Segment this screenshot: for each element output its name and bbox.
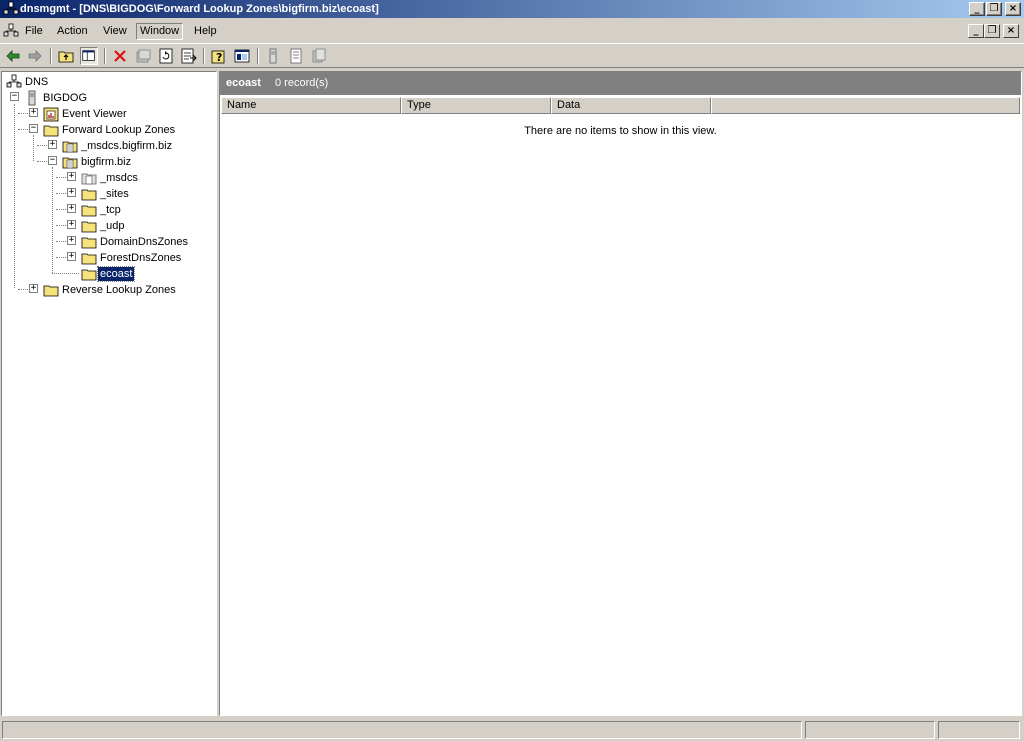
tree-node-sub-sites[interactable]: _sites — [81, 186, 181, 202]
delete-icon[interactable] — [111, 47, 129, 65]
help-icon[interactable]: ? — [210, 47, 228, 65]
folder-icon — [81, 205, 97, 217]
export-list-icon[interactable] — [180, 47, 198, 65]
expander-sub-msdcs[interactable]: + — [67, 172, 76, 181]
menu-view[interactable]: View — [100, 23, 130, 40]
menu-bar: File Action View Window Help _ ❐ × — [0, 20, 1024, 42]
folder-icon — [81, 221, 97, 233]
child-close-button[interactable]: × — [1003, 24, 1019, 38]
empty-view-message: There are no items to show in this view. — [524, 125, 717, 137]
tree-node-bigfirm-zone[interactable]: bigfirm.biz — [62, 154, 182, 170]
close-button[interactable]: × — [1005, 2, 1021, 16]
status-panel-3 — [938, 721, 1020, 739]
folder-open-icon — [43, 125, 59, 137]
window-title: dnsmgmt - [DNS\BIGDOG\Forward Lookup Zon… — [20, 3, 379, 15]
tree-label-sub-msdcs: _msdcs — [100, 172, 138, 184]
tree-node-sub-msdcs[interactable]: _msdcs — [81, 170, 181, 186]
tree-node-msdcs-zone[interactable]: _msdcs.bigfirm.biz — [62, 138, 212, 154]
svg-text:?: ? — [216, 51, 222, 64]
column-header-type[interactable]: Type — [401, 97, 551, 114]
zone-icon — [62, 157, 78, 169]
show-hide-tree-icon[interactable] — [80, 47, 98, 65]
folder-icon — [81, 253, 97, 265]
tree-label-domaindnszones: DomainDnsZones — [100, 236, 189, 248]
expander-bigdog[interactable]: − — [10, 92, 19, 101]
result-header: ecoast 0 record(s) — [220, 72, 1021, 95]
tree-label-dns: DNS — [25, 76, 49, 88]
status-panel-2 — [805, 721, 935, 739]
folder-icon — [81, 189, 97, 201]
result-pane[interactable]: ecoast 0 record(s) Name Type Data There … — [219, 71, 1022, 716]
up-folder-icon[interactable] — [57, 47, 75, 65]
folder-icon — [81, 237, 97, 249]
tree-node-sub-udp[interactable]: _udp — [81, 218, 181, 234]
server-icon — [28, 90, 36, 106]
expander-sub-udp[interactable]: + — [67, 220, 76, 229]
child-restore-button[interactable]: ❐ — [984, 24, 1000, 38]
record-count: 0 record(s) — [275, 77, 329, 89]
properties-icon[interactable] — [134, 47, 152, 65]
expander-forestdnszones[interactable]: + — [67, 252, 76, 261]
tree-node-domaindnszones[interactable]: DomainDnsZones — [81, 234, 201, 250]
expander-forward-lookup-zones[interactable]: − — [29, 124, 38, 133]
tree-label-ecoast: ecoast — [96, 266, 136, 282]
console-tree[interactable]: DNS − BIGDOG + Event Viewer − Forward Lo… — [1, 71, 217, 716]
menu-help[interactable]: Help — [191, 23, 220, 40]
expander-domaindnszones[interactable]: + — [67, 236, 76, 245]
column-header-data[interactable]: Data — [551, 97, 711, 114]
tree-node-reverse-lookup-zones[interactable]: Reverse Lookup Zones — [43, 282, 193, 298]
tree-label-reverse-lookup-zones: Reverse Lookup Zones — [62, 284, 176, 296]
tree-label-sub-sites: _sites — [100, 188, 129, 200]
delegation-icon — [81, 173, 97, 185]
tree-label-bigdog: BIGDOG — [43, 92, 88, 104]
expander-event-viewer[interactable]: + — [29, 108, 38, 117]
menu-file[interactable]: File — [22, 23, 46, 40]
tree-label-forestdnszones: ForestDnsZones — [100, 252, 182, 264]
tree-node-forestdnszones[interactable]: ForestDnsZones — [81, 250, 201, 266]
tree-node-ecoast[interactable]: ecoast — [81, 266, 181, 282]
refresh-icon[interactable] — [157, 47, 175, 65]
expander-reverse-lookup-zones[interactable]: + — [29, 284, 38, 293]
dns-app-icon — [3, 1, 19, 15]
tree-node-forward-lookup-zones[interactable]: Forward Lookup Zones — [43, 122, 193, 138]
column-header-filler — [711, 97, 1020, 114]
zone-icon — [62, 141, 78, 153]
back-arrow-icon[interactable] — [4, 47, 22, 65]
tree-label-sub-udp: _udp — [100, 220, 125, 232]
expander-sub-sites[interactable]: + — [67, 188, 76, 197]
minimize-button[interactable]: _ — [969, 2, 985, 16]
toolbar: ? — [0, 43, 1024, 68]
tree-label-msdcs-zone: _msdcs.bigfirm.biz — [81, 140, 173, 152]
expander-bigfirm-zone[interactable]: − — [48, 156, 57, 165]
folder-icon — [81, 269, 97, 281]
tree-label-forward-lookup-zones: Forward Lookup Zones — [62, 124, 176, 136]
tree-label-sub-tcp: _tcp — [100, 204, 121, 216]
status-panel-main — [2, 721, 802, 739]
zone-icon[interactable] — [287, 47, 305, 65]
result-header-name: ecoast — [226, 77, 261, 89]
tree-label-event-viewer: Event Viewer — [62, 108, 127, 120]
forward-arrow-icon[interactable] — [26, 47, 44, 65]
child-minimize-button[interactable]: _ — [968, 24, 984, 38]
column-header-name[interactable]: Name — [221, 97, 401, 114]
dns-icon — [6, 74, 22, 88]
record-icon[interactable] — [310, 47, 328, 65]
console-window-icon[interactable] — [233, 47, 251, 65]
tree-node-dns[interactable]: DNS — [6, 74, 126, 90]
status-bar — [0, 719, 1024, 741]
restore-button[interactable]: ❐ — [986, 2, 1002, 16]
tree-node-event-viewer[interactable]: Event Viewer — [43, 106, 173, 122]
console-system-menu-icon[interactable] — [3, 23, 19, 39]
tree-node-sub-tcp[interactable]: _tcp — [81, 202, 181, 218]
expander-msdcs-zone[interactable]: + — [48, 140, 57, 149]
menu-action[interactable]: Action — [54, 23, 91, 40]
tree-label-bigfirm-zone: bigfirm.biz — [81, 156, 132, 168]
title-bar[interactable]: dnsmgmt - [DNS\BIGDOG\Forward Lookup Zon… — [0, 0, 1024, 18]
server-icon[interactable] — [264, 47, 282, 65]
folder-icon — [43, 285, 59, 297]
tree-node-bigdog[interactable]: BIGDOG — [24, 90, 144, 106]
menu-window[interactable]: Window — [136, 23, 184, 40]
expander-sub-tcp[interactable]: + — [67, 204, 76, 213]
event-viewer-icon — [43, 107, 59, 122]
